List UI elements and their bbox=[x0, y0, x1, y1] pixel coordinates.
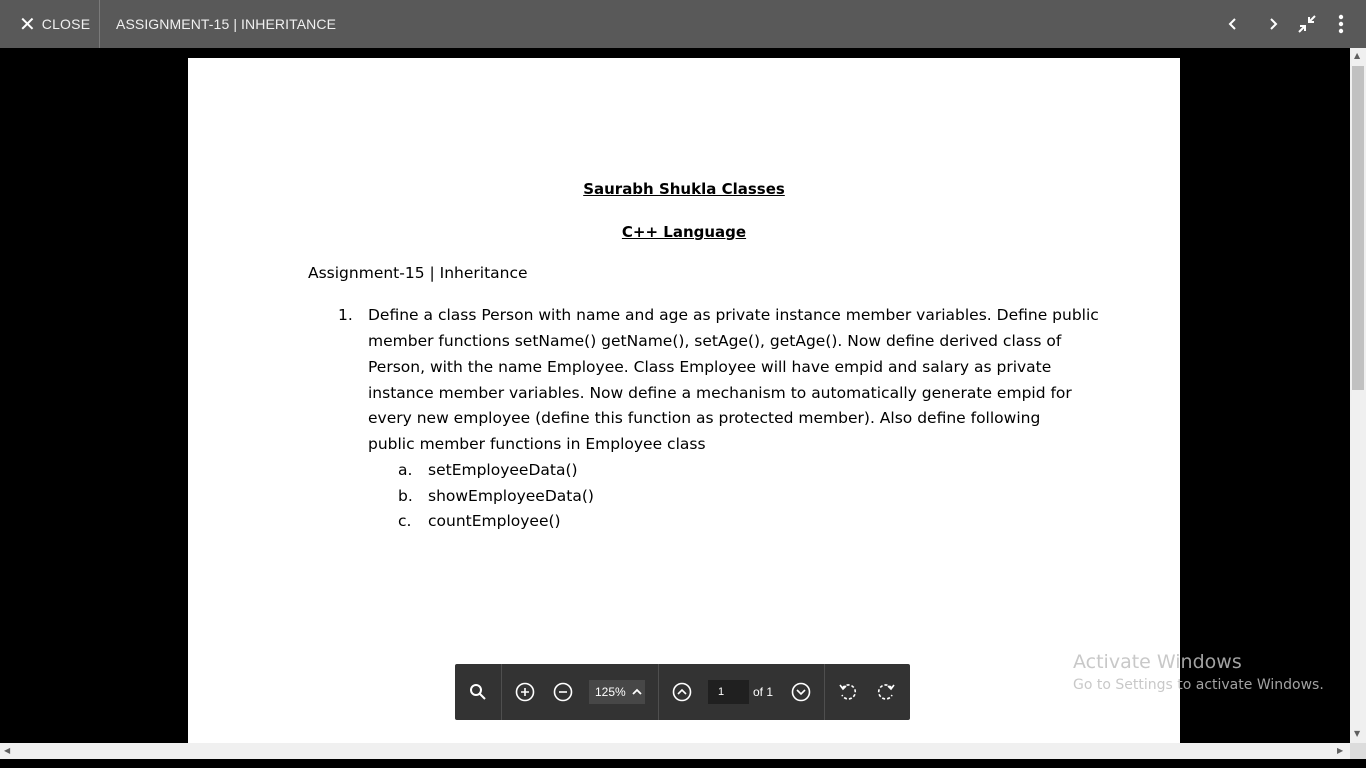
close-icon: ✕ bbox=[19, 12, 36, 36]
paragraph-line: Person, with the name Employee. Class Em… bbox=[368, 358, 1052, 376]
more-vert-icon bbox=[1338, 14, 1344, 34]
pdf-page: Saurabh Shukla Classes C++ Language Assi… bbox=[188, 58, 1180, 743]
list-number: 1. bbox=[338, 306, 353, 324]
toolbar-divider bbox=[824, 664, 825, 720]
vertical-scrollbar[interactable]: ▲ ▼ bbox=[1350, 48, 1366, 743]
zoom-in-icon bbox=[515, 682, 535, 702]
sublist-item: countEmployee() bbox=[428, 512, 561, 530]
scrollbar-corner bbox=[1350, 743, 1366, 759]
watermark-title: Activate Windows bbox=[1073, 651, 1242, 673]
paragraph-line: Define a class Person with name and age … bbox=[368, 306, 1099, 324]
search-icon bbox=[470, 684, 486, 700]
prev-page-icon bbox=[672, 682, 692, 702]
horizontal-scrollbar[interactable]: ◀ ▶ bbox=[0, 743, 1350, 759]
next-file-button[interactable] bbox=[1255, 0, 1291, 48]
next-page-button[interactable] bbox=[784, 664, 818, 720]
paragraph-line: every new employee (define this function… bbox=[368, 409, 1041, 427]
next-page-icon bbox=[791, 682, 811, 702]
search-button[interactable] bbox=[461, 664, 495, 720]
pdf-viewer[interactable]: Saurabh Shukla Classes C++ Language Assi… bbox=[0, 48, 1350, 743]
previous-page-button[interactable] bbox=[665, 664, 699, 720]
document-title: ASSIGNMENT-15 | INHERITANCE bbox=[116, 16, 337, 32]
more-options-button[interactable] bbox=[1323, 0, 1359, 48]
toolbar-divider bbox=[501, 664, 502, 720]
exit-fullscreen-button[interactable] bbox=[1289, 0, 1325, 48]
chevron-left-icon bbox=[1228, 18, 1236, 30]
rotate-right-button[interactable] bbox=[869, 664, 903, 720]
rotate-right-icon bbox=[877, 684, 895, 700]
activate-windows-watermark: Activate Windows Go to Settings to activ… bbox=[1073, 651, 1324, 693]
close-label: CLOSE bbox=[41, 16, 91, 32]
chevron-up-icon bbox=[632, 688, 642, 695]
scroll-down-arrow-icon[interactable]: ▼ bbox=[1354, 730, 1360, 738]
sublist-item: setEmployeeData() bbox=[428, 461, 578, 479]
scroll-left-arrow-icon[interactable]: ◀ bbox=[4, 747, 10, 755]
assignment-title: Assignment-15 | Inheritance bbox=[308, 264, 528, 282]
watermark-subtitle: Go to Settings to activate Windows. bbox=[1073, 677, 1324, 693]
zoom-out-icon bbox=[553, 682, 573, 702]
bottom-strip bbox=[0, 759, 1366, 768]
pdf-toolbar: 125% of 1 bbox=[455, 664, 910, 720]
chevron-right-icon bbox=[1270, 18, 1278, 30]
paragraph-line: instance member variables. Now define a … bbox=[368, 384, 1072, 402]
exit-fullscreen-icon bbox=[1298, 15, 1316, 33]
page-number-input[interactable] bbox=[708, 680, 749, 704]
top-bar: ✕ CLOSE ASSIGNMENT-15 | INHERITANCE bbox=[0, 0, 1366, 48]
rotate-left-icon bbox=[839, 684, 857, 700]
zoom-in-button[interactable] bbox=[508, 664, 542, 720]
rotate-left-button[interactable] bbox=[831, 664, 865, 720]
zoom-level-select[interactable]: 125% bbox=[589, 680, 645, 704]
toolbar-divider bbox=[658, 664, 659, 720]
zoom-level-value: 125% bbox=[595, 685, 626, 699]
paragraph-line: public member functions in Employee clas… bbox=[368, 435, 706, 453]
zoom-out-button[interactable] bbox=[546, 664, 580, 720]
document-heading: Saurabh Shukla Classes bbox=[583, 180, 785, 198]
sublist-marker: c. bbox=[398, 512, 412, 530]
scroll-right-arrow-icon[interactable]: ▶ bbox=[1337, 747, 1343, 755]
previous-file-button[interactable] bbox=[1215, 0, 1251, 48]
sublist-marker: b. bbox=[398, 487, 413, 505]
page-count: of 1 bbox=[753, 685, 774, 699]
scroll-up-arrow-icon[interactable]: ▲ bbox=[1354, 52, 1360, 60]
paragraph-line: member functions setName() getName(), se… bbox=[368, 332, 1062, 350]
document-subheading: C++ Language bbox=[621, 223, 747, 241]
sublist-item: showEmployeeData() bbox=[428, 487, 594, 505]
sublist-marker: a. bbox=[398, 461, 413, 479]
close-button[interactable]: ✕ CLOSE bbox=[0, 0, 100, 48]
vertical-scroll-thumb[interactable] bbox=[1352, 66, 1364, 390]
